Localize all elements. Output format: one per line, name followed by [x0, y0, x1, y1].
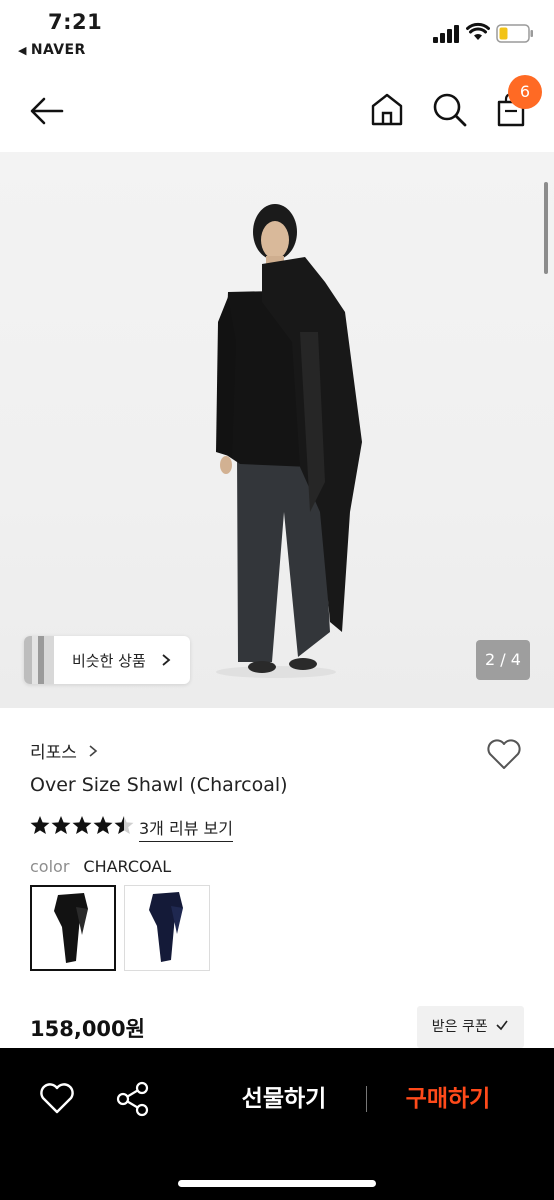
button-divider [366, 1086, 367, 1112]
bottom-action-bar: 선물하기 구매하기 [0, 1048, 554, 1200]
color-value: CHARCOAL [83, 857, 172, 876]
wifi-icon [466, 22, 490, 40]
swatch-image-charcoal [54, 893, 88, 963]
home-indicator[interactable] [178, 1180, 376, 1187]
gallery-scrollbar[interactable] [544, 182, 548, 274]
similar-products-button[interactable]: 비슷한 상품 [24, 636, 190, 684]
star-icon [30, 816, 50, 834]
coupon-label: 받은 쿠폰 [431, 1019, 488, 1035]
color-swatch-charcoal[interactable] [30, 885, 116, 971]
triangle-left-icon: ◀ [18, 44, 27, 57]
star-icon [51, 816, 71, 834]
similar-products-label: 비슷한 상품 [72, 652, 146, 670]
brand-name: 리포스 [30, 743, 77, 763]
heart-icon[interactable] [38, 1080, 76, 1116]
product-price: 158,000원 [30, 1017, 145, 1041]
chevron-right-icon [162, 654, 171, 666]
view-reviews-link[interactable]: 3개 리뷰 보기 [139, 815, 233, 842]
color-swatch-navy[interactable] [124, 885, 210, 971]
swatch-image-navy [149, 892, 183, 962]
app-header [0, 70, 554, 152]
color-label: color [30, 857, 70, 876]
rating-stars [30, 816, 134, 834]
product-image-gallery[interactable]: 비슷한 상품 2 / 4 [0, 152, 554, 708]
back-app-label: NAVER [30, 42, 86, 58]
signal-icon [433, 25, 459, 43]
half-star-icon [114, 816, 134, 834]
color-selector-label: color CHARCOAL [30, 857, 171, 876]
brand-link[interactable]: 리포스 [30, 738, 98, 763]
star-icon [72, 816, 92, 834]
search-icon[interactable] [430, 90, 470, 130]
checkmark-icon [496, 1020, 508, 1031]
received-coupon-button[interactable]: 받은 쿠폰 [417, 1006, 524, 1048]
status-bar: 7:21 ◀ NAVER [0, 0, 554, 70]
wishlist-heart-icon[interactable] [484, 736, 524, 772]
battery-icon [496, 24, 533, 43]
product-name: Over Size Shawl (Charcoal) [30, 774, 288, 796]
gift-button[interactable]: 선물하기 [226, 1078, 342, 1120]
back-to-app-link[interactable]: ◀ NAVER [18, 42, 86, 58]
chevron-right-icon [89, 745, 98, 757]
cart-count-badge: 6 [508, 75, 542, 109]
buy-button[interactable]: 구매하기 [390, 1078, 506, 1120]
star-icon [93, 816, 113, 834]
status-time: 7:21 [48, 10, 103, 34]
gallery-page-indicator: 2 / 4 [476, 640, 530, 680]
home-icon[interactable] [368, 90, 406, 130]
similar-product-thumbnail [24, 636, 54, 684]
share-icon[interactable] [114, 1080, 152, 1118]
back-arrow-icon[interactable] [26, 90, 68, 132]
product-photo [216, 204, 362, 678]
